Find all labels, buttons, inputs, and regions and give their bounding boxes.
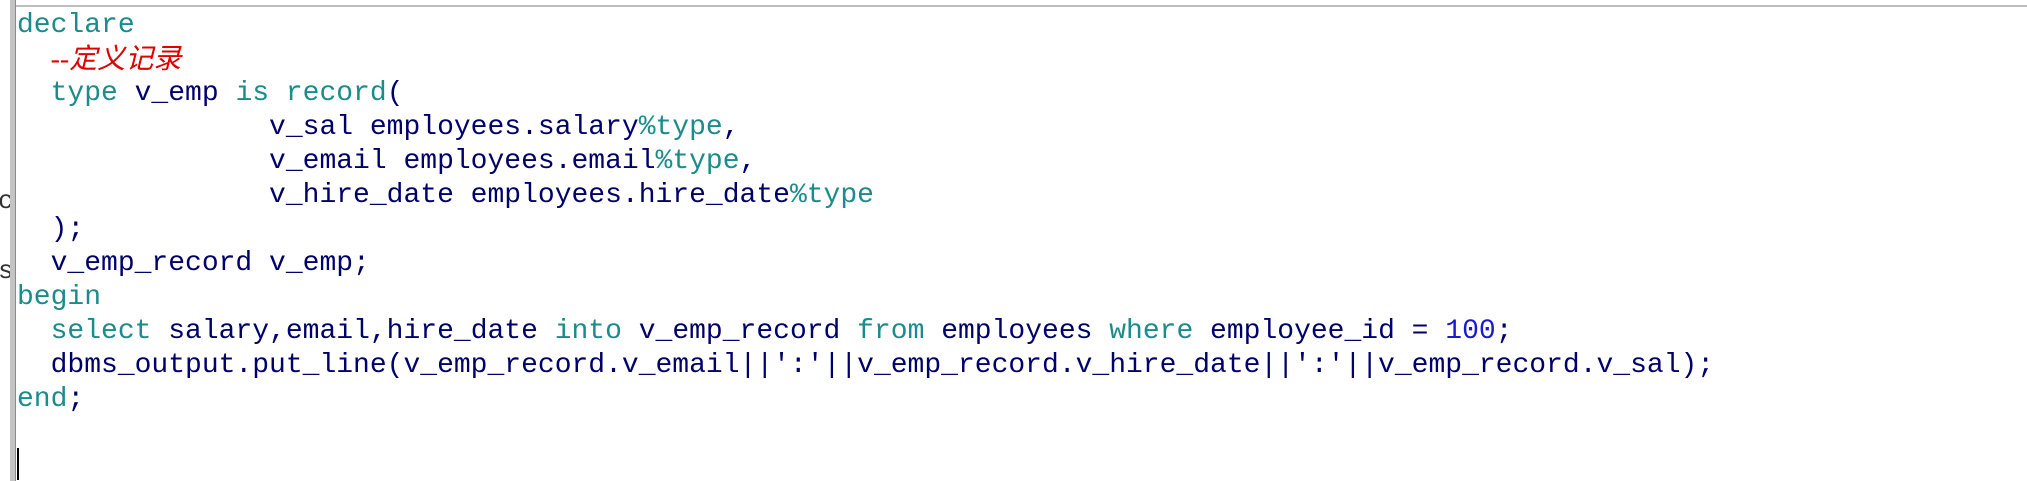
code-token: ':' <box>773 350 824 381</box>
code-token: , <box>722 112 740 143</box>
code-token: v_emp_record <box>621 316 858 347</box>
code-line: type v_emp is record( <box>17 77 2027 111</box>
left-pane-glyph: s <box>0 256 10 286</box>
code-keyword: end <box>17 384 68 415</box>
code-line: v_emp_record v_emp; <box>17 247 2027 281</box>
code-keyword: from <box>857 316 925 347</box>
code-keyword: type <box>50 78 118 109</box>
left-pane-glyph: r <box>0 288 10 318</box>
left-pane-glyph: s <box>0 12 10 42</box>
code-keyword: %type <box>655 146 740 177</box>
code-line: --定义记录 <box>17 43 2027 77</box>
code-line: v_sal employees.salary%type, <box>17 111 2027 145</box>
left-pane-glyph: c <box>0 186 10 216</box>
code-keyword: where <box>1109 316 1194 347</box>
code-token: dbms_output.put_line(v_emp_record.v_emai… <box>17 350 774 381</box>
left-pane-clipped: n s e c e s r <box>0 0 10 481</box>
code-line: end; <box>17 383 2027 417</box>
code-token: v_emp_record v_emp; <box>17 248 370 279</box>
code-line: select salary,email,hire_date into v_emp… <box>17 315 2027 349</box>
code-keyword: %type <box>789 180 874 211</box>
code-line: v_hire_date employees.hire_date%type <box>17 179 2027 213</box>
code-token: 100 <box>1445 316 1496 347</box>
code-line: v_email employees.email%type, <box>17 145 2027 179</box>
code-keyword: select <box>50 316 152 347</box>
code-keyword: declare <box>17 10 135 41</box>
code-token: v_emp <box>117 78 236 109</box>
code-line: dbms_output.put_line(v_emp_record.v_emai… <box>17 349 2027 383</box>
code-keyword: begin <box>17 282 102 313</box>
code-token: ||v_emp_record.v_sal); <box>1344 350 1715 381</box>
code-line: begin <box>17 281 2027 315</box>
code-line: ); <box>17 213 2027 247</box>
code-keyword: is <box>235 78 270 109</box>
code-token: v_sal employees.salary <box>17 112 639 143</box>
code-line: declare <box>17 9 2027 43</box>
code-token: employee_id = <box>1193 316 1446 347</box>
code-token: ||v_emp_record.v_hire_date|| <box>823 350 1295 381</box>
code-token: salary,email,hire_date <box>151 316 555 347</box>
code-token: ; <box>67 384 85 415</box>
code-token: ':' <box>1294 350 1345 381</box>
code-token: ; <box>1495 316 1513 347</box>
code-token: ( <box>386 78 404 109</box>
code-token: ); <box>17 214 85 245</box>
code-comment: --定义记录 <box>50 44 182 75</box>
code-keyword: into <box>554 316 622 347</box>
editor-top-border <box>0 5 2027 7</box>
text-cursor <box>17 448 19 480</box>
code-token: v_hire_date employees.hire_date <box>17 180 790 211</box>
code-keyword: record <box>285 78 387 109</box>
pane-splitter[interactable] <box>10 0 16 481</box>
code-token: v_email employees.email <box>17 146 656 177</box>
code-keyword: %type <box>638 112 723 143</box>
code-editor-text-area[interactable]: declare --定义记录 type v_emp is record( v_s… <box>17 9 2027 481</box>
code-token: employees <box>924 316 1110 347</box>
code-token: , <box>739 146 757 177</box>
sql-editor-window: n s e c e s r declare --定义记录 type v_emp … <box>0 0 2027 481</box>
